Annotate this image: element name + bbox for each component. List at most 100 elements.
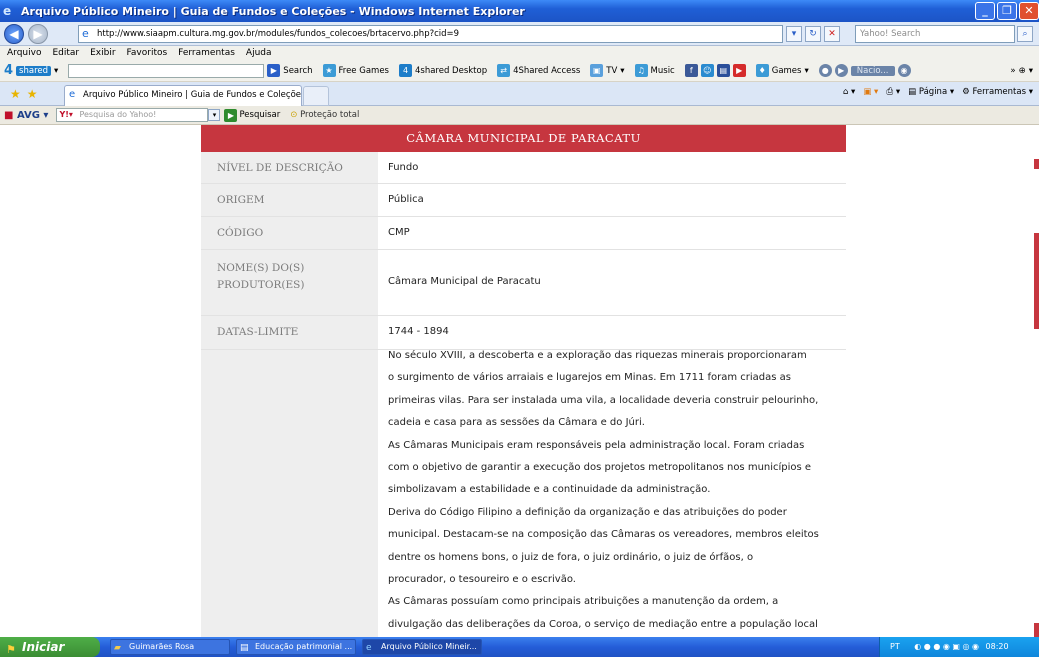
page-menu[interactable]: ▤ Página ▾ [908,87,954,97]
address-dropdown-button[interactable]: ▾ [786,26,802,42]
tray-icons[interactable]: ◐ ● ● ◉ ▣ ◎ ◉ [914,642,979,651]
tab-arquivo-publico[interactable]: e Arquivo Público Mineiro | Guia de Fund… [64,85,302,106]
4shared-logo[interactable]: 4 shared ▾ [4,63,58,78]
messenger-icon[interactable]: ☺ [700,64,714,77]
access-label: 4Shared Access [513,65,581,76]
menu-ajuda[interactable]: Ajuda [246,48,272,58]
search-placeholder: Yahoo! Search [860,29,921,39]
menu-ferramentas[interactable]: Ferramentas [178,48,235,58]
close-button[interactable]: ✕ [1019,2,1039,20]
tv-button[interactable]: ▣ TV ▾ [590,64,625,77]
desktop-icon: 4 [398,64,412,77]
description-line: No século XVIII, a descoberta e a explor… [388,350,807,361]
rss-feed-icon[interactable]: ▣ ▾ [863,87,878,97]
taskbar-item-guimaraes-rosa[interactable]: ▰ Guimarães Rosa [110,639,230,655]
row-label: NOME(S) DO(S) PRODUTOR(ES) [201,250,378,315]
url-text: http://www.siaapm.cultura.mg.gov.br/modu… [97,29,460,39]
ie-logo-icon: e [3,4,12,18]
minimize-button[interactable]: _ [975,2,995,20]
protection-status[interactable]: ⊙ Proteção total [290,110,359,120]
menu-arquivo[interactable]: Arquivo [7,48,41,58]
row-value: Fundo [388,162,419,173]
back-button[interactable]: ◀ [4,23,24,44]
toolbar-search-box[interactable]: ▶ Search [68,63,313,78]
avg-logo[interactable]: ■ AVG ▾ [4,110,48,121]
stop-radio-icon[interactable]: ● [818,64,832,77]
4shared-access-button[interactable]: ⇄ 4Shared Access [497,64,580,77]
description-line: com o objetivo de garantir a execução do… [388,462,812,474]
volume-icon[interactable]: ◉ [897,64,911,77]
search-go-icon[interactable]: ⌕ [1017,26,1033,42]
games-button[interactable]: ♦ Games ▾ [755,64,809,77]
toolbar-overflow[interactable]: » ⊕ ▾ [1010,66,1033,76]
description-line: dentre os homens bons, o juiz de fora, o… [388,551,754,563]
free-games-button[interactable]: ★ Free Games [322,64,389,77]
taskbar-item-educacao[interactable]: ▤ Educação patrimonial ... [236,639,356,655]
row-value: Câmara Municipal de Paracatu [388,276,541,287]
play-radio-icon[interactable]: ▶ [834,64,848,77]
pesquisar-button[interactable]: ▶ Pesquisar [224,108,281,122]
maximize-button[interactable]: ❐ [997,2,1017,20]
home-icon[interactable]: ⌂ ▾ [843,87,855,97]
protection-label: Proteção total [300,110,360,120]
start-button[interactable]: ⚑ Iniciar [0,637,100,657]
task-label: Educação patrimonial ... [255,642,353,651]
tools-menu[interactable]: ⚙ Ferramentas ▾ [962,87,1033,97]
music-icon: ♫ [634,64,648,77]
menu-exibir[interactable]: Exibir [90,48,115,58]
table-row: CÓDIGO CMP [201,217,846,250]
menu-editar[interactable]: Editar [52,48,79,58]
yahoo-dropdown-button[interactable]: ▾ [208,109,221,121]
browser-search-input[interactable]: Yahoo! Search [855,25,1015,43]
print-icon[interactable]: ⎙ ▾ [886,87,900,97]
row-label: NÍVEL DE DESCRIÇÃO [201,152,378,183]
tab-bar: ★★ e Arquivo Público Mineiro | Guia de F… [0,82,1039,106]
refresh-button[interactable]: ↻ [805,26,821,42]
yahoo-icon: Y!▾ [59,110,73,119]
games-icon: ★ [322,64,336,77]
radio-player[interactable]: ● ▶ Nacio... ◉ [818,64,911,77]
avg-toolbar: ■ AVG ▾ Y!▾ Pesquisa do Yahoo! ▾ ▶ Pesqu… [0,106,1039,125]
social-icons[interactable]: f ☺ ▤ ▶ [684,64,746,77]
favorites-star-icon[interactable]: ★★ [10,87,44,101]
chevron-right-icon[interactable]: » [1010,66,1015,76]
menu-favoritos[interactable]: Favoritos [127,48,168,58]
window-titlebar: e Arquivo Público Mineiro | Guia de Fund… [0,0,1039,22]
forward-button[interactable]: ▶ [28,23,48,44]
description-line: As Câmaras Municipais eram responsáveis … [388,439,805,451]
4shared-toolbar: 4 shared ▾ ▶ Search ★ Free Games 4 4shar… [0,60,1039,82]
table-row: ORIGEM Pública [201,184,846,217]
search-label: Search [283,65,313,76]
language-indicator[interactable]: PT [890,642,900,651]
description-line: municipal. Destacam-se na composição das… [388,529,819,541]
4shared-desktop-button[interactable]: 4 4shared Desktop [398,64,488,77]
search-arrow-icon: ▶ [224,108,238,122]
yahoo-placeholder: Pesquisa do Yahoo! [79,110,157,119]
taskbar-item-arquivo-publico[interactable]: e Arquivo Público Mineir... [362,639,482,655]
youtube-icon[interactable]: ▶ [732,64,746,77]
row-label: DATAS-LIMITE [201,316,378,349]
row-label: ORIGEM [201,184,378,216]
gamepad-icon: ♦ [755,64,769,77]
table-row: NOME(S) DO(S) PRODUTOR(ES) Câmara Munici… [201,250,846,316]
page-favicon-icon: e [82,27,89,40]
window-title: Arquivo Público Mineiro | Guia de Fundos… [21,4,525,18]
description-label-cell [201,350,378,637]
desktop-label: 4shared Desktop [414,65,488,76]
row-value: Pública [388,194,424,205]
facebook-icon[interactable]: f [684,64,698,77]
add-icon[interactable]: ⊕ [1019,66,1026,76]
music-label: Music [650,65,675,76]
new-tab-button[interactable] [303,86,329,106]
address-bar-row: ◀ ▶ e http://www.siaapm.cultura.mg.gov.b… [0,22,1039,46]
tab-label: Arquivo Público Mineiro | Guia de Fundos… [83,90,302,100]
news-icon[interactable]: ▤ [716,64,730,77]
settings-icon[interactable]: ▾ [1029,66,1033,76]
page-edge-marker [1034,159,1039,169]
music-button[interactable]: ♫ Music [634,64,675,77]
task-label: Guimarães Rosa [129,642,195,651]
yahoo-search-input[interactable]: Y!▾ Pesquisa do Yahoo! [56,108,209,122]
stop-button[interactable]: ✕ [824,26,840,42]
url-input[interactable]: e http://www.siaapm.cultura.mg.gov.br/mo… [78,25,783,43]
pesquisar-label: Pesquisar [239,110,281,120]
